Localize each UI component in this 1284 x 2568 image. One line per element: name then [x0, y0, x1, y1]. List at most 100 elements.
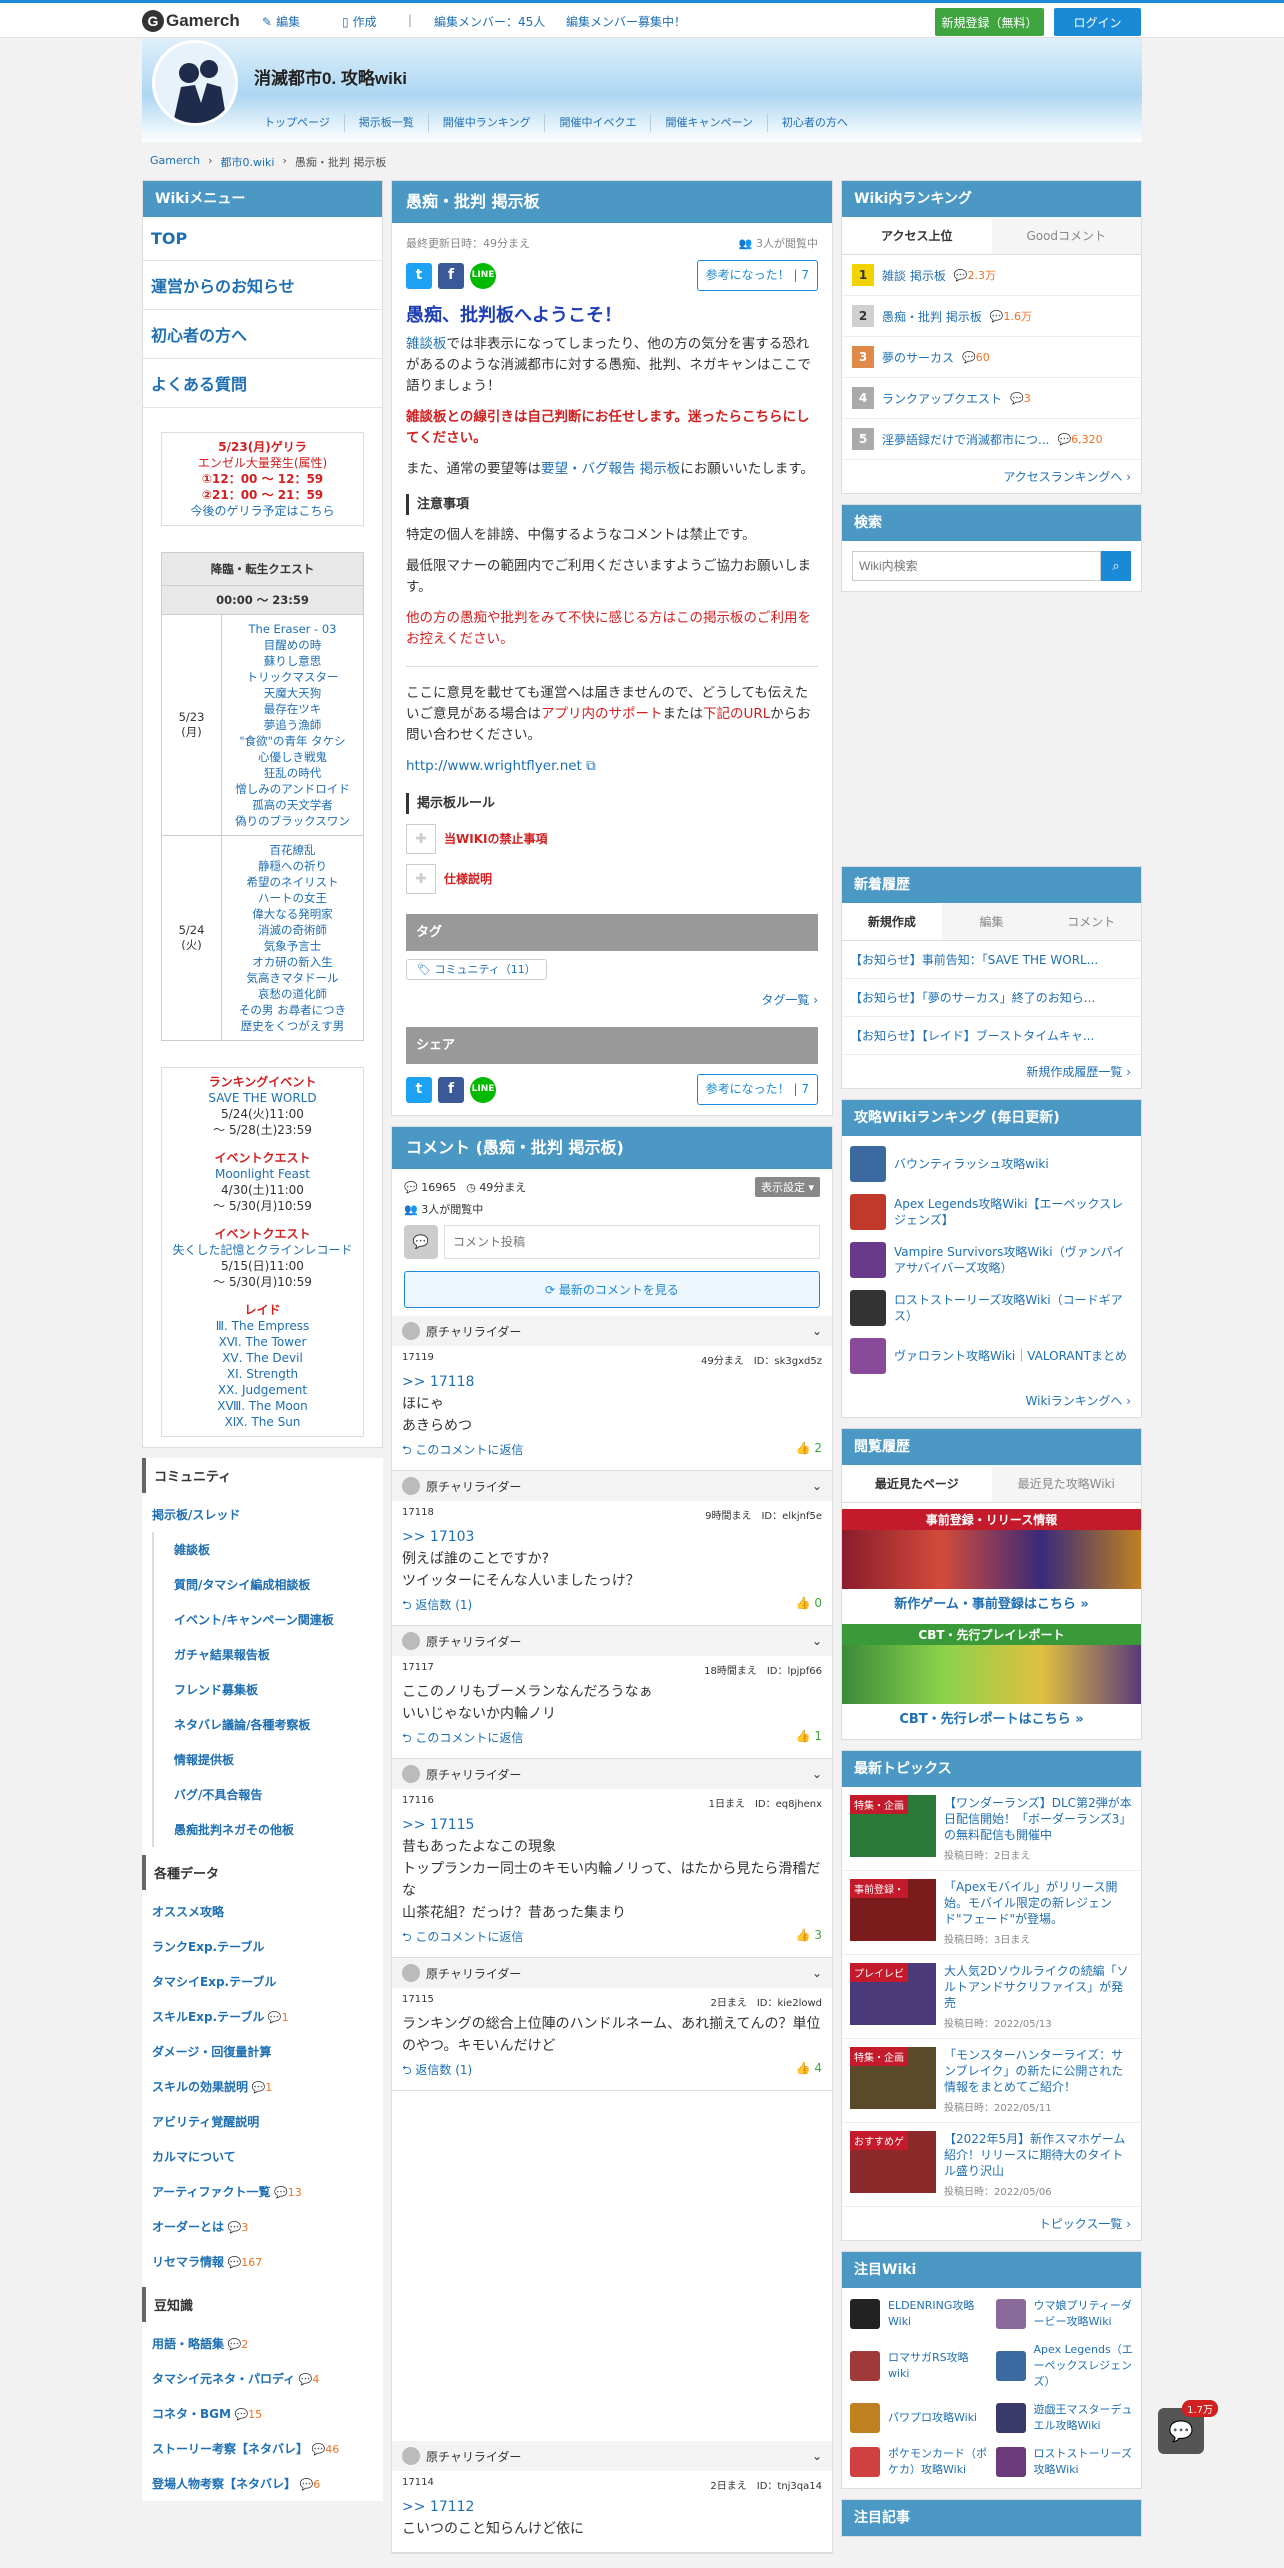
quest-link[interactable]: 目醒めの時	[222, 637, 363, 653]
nav-event-quests[interactable]: 開催中イベクエ	[545, 114, 652, 132]
chevron-down-icon[interactable]: ⌄	[812, 1634, 822, 1648]
nav-link[interactable]: コネタ・BGM 💬15	[142, 2396, 383, 2431]
wiki-ranking-item[interactable]: Vampire Survivors攻略Wiki（ヴァンパイアサバイバーズ攻略）	[846, 1236, 1137, 1284]
community-link[interactable]: バグ/不具合報告	[152, 1777, 383, 1812]
raid-link[interactable]: ⅩⅧ. The Moon	[162, 1398, 363, 1414]
nav-beginners[interactable]: 初心者の方へ	[768, 114, 862, 132]
rule-item-1[interactable]: ✚ 仕様説明	[406, 864, 818, 894]
ranking-item[interactable]: 1 雑談 掲示板 💬2.3万	[842, 255, 1141, 296]
raid-link[interactable]: ⅩⅤ. The Devil	[162, 1350, 363, 1366]
member-count[interactable]: 編集メンバー：45人	[434, 13, 545, 30]
wiki-search-input[interactable]	[852, 551, 1101, 581]
helpful-button[interactable]: 参考になった！ | 7	[696, 260, 818, 291]
menu-faq[interactable]: よくある質問	[143, 359, 382, 408]
event-link-1[interactable]: Moonlight Feast	[162, 1166, 363, 1182]
wiki-title[interactable]: 消滅都市0. 攻略wiki	[254, 64, 407, 89]
raid-link[interactable]: ⅩⅩ. Judgement	[162, 1382, 363, 1398]
topic-item[interactable]: 特集・企画 「モンスターハンターライズ：サンブレイク」の新たに公開された情報をまと…	[842, 2039, 1141, 2123]
quest-link[interactable]: 哀愁の道化師	[222, 986, 363, 1002]
create-button[interactable]: ▯ 作成	[342, 13, 377, 30]
quest-link[interactable]: トリックマスター	[222, 669, 363, 685]
tab-new[interactable]: 新規作成	[842, 903, 942, 940]
event-link-0[interactable]: SAVE THE WORLD	[162, 1090, 363, 1106]
focus-wiki-item[interactable]: 遊戯王マスターデュエル攻略Wiki	[992, 2396, 1138, 2440]
focus-wiki-item[interactable]: パワプロ攻略Wiki	[846, 2396, 992, 2440]
banner-cbt[interactable]: CBT・先行プレイレポート CBT・先行レポートはこちら »	[842, 1622, 1141, 1739]
wiki-ranking-item[interactable]: ヴァロラント攻略Wiki｜VALORANTまとめ	[846, 1332, 1137, 1380]
quest-link[interactable]: 最存在ツキ	[222, 701, 363, 717]
raid-link[interactable]: ⅩⅠ. Strength	[162, 1366, 363, 1382]
focus-wiki-item[interactable]: ウマ娘プリティーダービー攻略Wiki	[992, 2292, 1138, 2336]
quest-link[interactable]: その男 お尋者につき	[222, 1002, 363, 1018]
breadcrumb-gamerch[interactable]: Gamerch	[150, 154, 200, 170]
quest-link[interactable]: 希望のネイリスト	[222, 874, 363, 890]
ranking-item[interactable]: 3 夢のサーカス 💬60	[842, 337, 1141, 378]
edit-button[interactable]: ✎ 編集	[262, 13, 300, 30]
raid-link[interactable]: ⅩⅨ. The Sun	[162, 1414, 363, 1430]
wiki-ranking-link[interactable]: Wikiランキングへ ›	[842, 1384, 1141, 1417]
quest-link[interactable]: 心優しき戦鬼	[222, 749, 363, 765]
line-icon[interactable]: LINE	[470, 1076, 496, 1103]
history-item[interactable]: 【お知らせ】事前告知：「SAVE THE WORL...	[842, 941, 1141, 979]
community-link[interactable]: イベント/キャンペーン関連板	[152, 1602, 383, 1637]
search-icon[interactable]: ⌕	[1101, 551, 1131, 581]
topic-item[interactable]: 特集・企画 【ワンダーランズ】DLC第2弾が本日配信開始！「ボーダーランズ3」の無…	[842, 1787, 1141, 1871]
ranking-item[interactable]: 4 ランクアップクエスト 💬3	[842, 378, 1141, 419]
reply-link[interactable]: ⮌ このコメントに返信	[402, 1729, 523, 1750]
ranking-item[interactable]: 2 愚痴・批判 掲示板 💬1.6万	[842, 296, 1141, 337]
register-button[interactable]: 新規登録（無料）	[935, 8, 1044, 36]
quest-link[interactable]: "食欲"の青年 タケシ	[222, 733, 363, 749]
raid-link[interactable]: ⅩⅥ. The Tower	[162, 1334, 363, 1350]
menu-beginners[interactable]: 初心者の方へ	[143, 310, 382, 359]
nav-link[interactable]: リセマラ情報 💬167	[142, 2244, 383, 2279]
facebook-icon[interactable]: f	[438, 1076, 464, 1103]
quest-link[interactable]: 歴史をくつがえす男	[222, 1018, 363, 1034]
wiki-ranking-item[interactable]: バウンティラッシュ攻略wiki	[846, 1140, 1137, 1188]
good-button[interactable]: 👍 2	[796, 1441, 822, 1462]
chat-board-link[interactable]: 雑談板	[406, 336, 447, 352]
chevron-down-icon[interactable]: ⌄	[812, 1479, 822, 1493]
topic-item[interactable]: おすすめゲ 【2022年5月】新作スマホゲーム紹介！リリースに期待大のタイトル盛り…	[842, 2123, 1141, 2207]
community-link[interactable]: 愚痴批判ネガその他板	[152, 1812, 383, 1847]
good-button[interactable]: 👍 1	[796, 1729, 822, 1750]
support-link[interactable]: アプリ内のサポート	[541, 706, 663, 722]
nav-link[interactable]: タマシイExp.テーブル	[142, 1964, 383, 1999]
wiki-ranking-item[interactable]: Apex Legends攻略Wiki【エーペックスレジェンズ】	[846, 1188, 1137, 1236]
tab-recent-pages[interactable]: 最近見たページ	[842, 1465, 992, 1502]
quest-link[interactable]: 天魔大天狗	[222, 685, 363, 701]
reply-link[interactable]: ⮌ 返信数 (1)	[402, 2061, 472, 2082]
facebook-icon[interactable]: f	[438, 262, 464, 289]
twitter-icon[interactable]: t	[406, 1076, 432, 1103]
tab-recent-wikis[interactable]: 最近見た攻略Wiki	[991, 1465, 1141, 1502]
tab-access[interactable]: アクセス上位	[842, 217, 992, 254]
tag-community[interactable]: 🏷 コミュニティ（11）	[406, 959, 547, 980]
comment-anchor[interactable]: >> 17115	[402, 1814, 822, 1836]
quest-link[interactable]: 気象予言士	[222, 938, 363, 954]
tag-list-link[interactable]: タグ一覧 ›	[406, 990, 818, 1011]
latest-comments-button[interactable]: ⟳ 最新のコメントを見る	[404, 1271, 820, 1308]
gamerch-logo[interactable]: G Gamerch	[142, 10, 240, 32]
community-link[interactable]: 情報提供板	[152, 1742, 383, 1777]
community-link[interactable]: 質問/タマシイ編成相談板	[152, 1567, 383, 1602]
nav-top[interactable]: トップページ	[250, 114, 345, 132]
floating-comment-button[interactable]: 💬 1.7万	[1158, 2400, 1218, 2454]
raid-link[interactable]: Ⅲ. The Empress	[162, 1318, 363, 1334]
menu-news[interactable]: 運営からのお知らせ	[143, 261, 382, 310]
quest-link[interactable]: 蘇りし意思	[222, 653, 363, 669]
nav-link[interactable]: オーダーとは 💬3	[142, 2209, 383, 2244]
quest-link[interactable]: 偽りのブラックスワン	[222, 813, 363, 829]
chevron-down-icon[interactable]: ⌄	[812, 2449, 822, 2463]
community-link[interactable]: ネタバレ議論/各種考察板	[152, 1707, 383, 1742]
display-settings[interactable]: 表示設定 ▾	[754, 1177, 820, 1197]
community-link[interactable]: ガチャ結果報告板	[152, 1637, 383, 1672]
quest-link[interactable]: 狂乱の時代	[222, 765, 363, 781]
reply-link[interactable]: ⮌ このコメントに返信	[402, 1441, 523, 1462]
quest-link[interactable]: 孤高の天文学者	[222, 797, 363, 813]
comment-anchor[interactable]: >> 17103	[402, 1526, 822, 1548]
focus-wiki-item[interactable]: ポケモンカード（ポケカ）攻略Wiki	[846, 2440, 992, 2484]
nav-link[interactable]: スキルの効果説明 💬1	[142, 2069, 383, 2104]
quest-link[interactable]: 百花繚乱	[222, 842, 363, 858]
nav-link[interactable]: タマシイ元ネタ・パロディ 💬4	[142, 2361, 383, 2396]
nav-link[interactable]: ランクExp.テーブル	[142, 1929, 383, 1964]
reply-link[interactable]: ⮌ このコメントに返信	[402, 1928, 523, 1949]
